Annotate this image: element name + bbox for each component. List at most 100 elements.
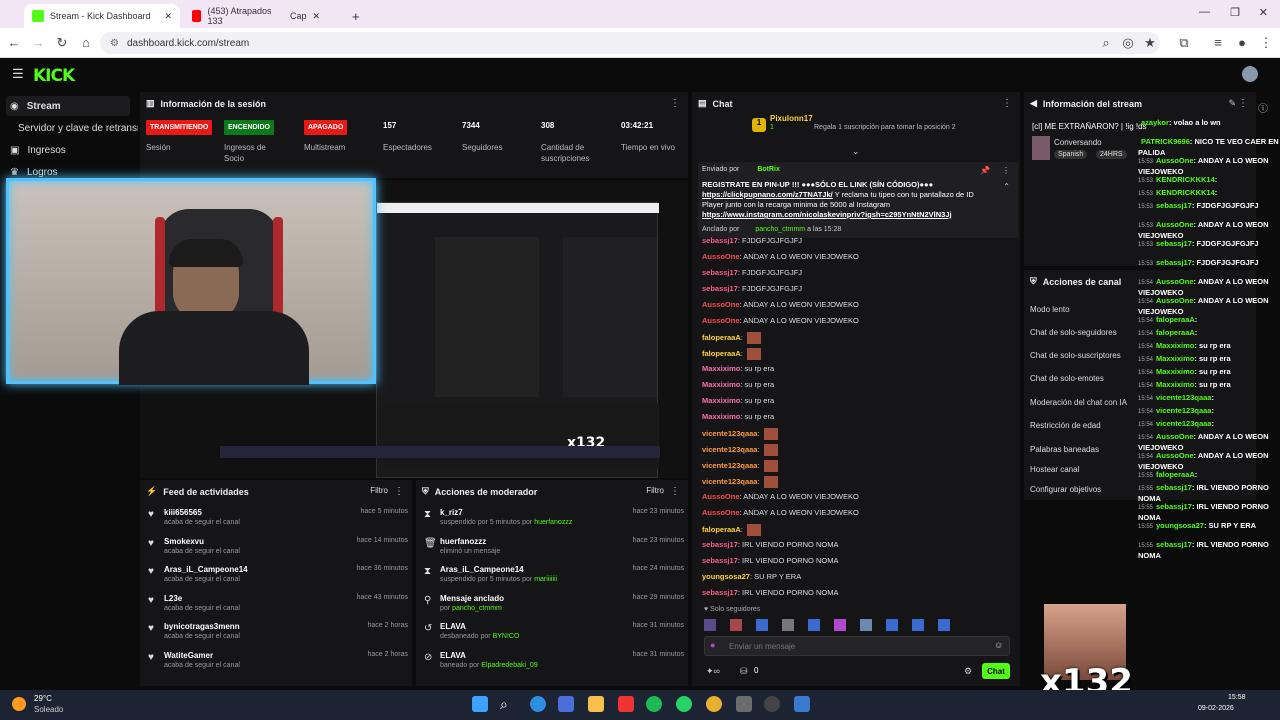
chat-username[interactable]: Maxxiximo bbox=[702, 380, 740, 389]
channel-action-item[interactable]: Chat de solo-emotes bbox=[1030, 374, 1104, 383]
chat-username[interactable]: sebassj17 bbox=[702, 556, 738, 565]
emote-icon[interactable] bbox=[782, 619, 794, 631]
tab-cap[interactable]: Cap ✕ bbox=[282, 4, 342, 28]
whatsapp-icon[interactable] bbox=[676, 696, 692, 712]
mod-action-row[interactable]: ⚲ Mensaje anclado por pancho_ctmmm hace 29 … bbox=[424, 594, 684, 620]
more-options-icon[interactable]: ⋮ bbox=[394, 486, 404, 497]
activity-user[interactable]: Aras_iL_Campeone14 bbox=[164, 565, 248, 574]
chat-username[interactable]: sebassj17 bbox=[702, 268, 738, 277]
menu-icon[interactable]: ⋮ bbox=[1258, 35, 1274, 51]
tag-badge[interactable]: 24HRS bbox=[1096, 150, 1127, 159]
mod-action-user[interactable]: huerfanozzz bbox=[534, 519, 572, 526]
channel-action-item[interactable]: Restricción de edad bbox=[1030, 421, 1101, 430]
chat-username[interactable]: Maxxiximo bbox=[702, 396, 740, 405]
microphone-icon[interactable]: ● bbox=[710, 640, 715, 650]
mod-action-row[interactable]: 🗑 huerfanozzz eliminó un mensaje hace 23 m… bbox=[424, 537, 684, 563]
tab-kick-dashboard[interactable]: Stream - Kick Dashboard ✕ bbox=[24, 4, 180, 28]
emote-icon[interactable] bbox=[808, 619, 820, 631]
emote-icon[interactable] bbox=[912, 619, 924, 631]
spotify-icon[interactable] bbox=[646, 696, 662, 712]
chevron-down-icon[interactable]: ⌄ bbox=[852, 146, 860, 157]
chat-username[interactable]: AussoOne bbox=[702, 316, 740, 325]
channel-action-item[interactable]: Chat de solo-seguidores bbox=[1030, 328, 1117, 337]
mod-action-title[interactable]: Mensaje anclado bbox=[440, 594, 504, 603]
mod-action-user[interactable]: mariiiiiii bbox=[534, 576, 557, 583]
channel-action-item[interactable]: Modo lento bbox=[1030, 305, 1070, 314]
chrome-icon[interactable] bbox=[706, 696, 722, 712]
mod-action-title[interactable]: k_riz7 bbox=[440, 508, 463, 517]
activity-row[interactable]: ♥ Smokexvu acaba de seguir el canal hace 14… bbox=[148, 537, 408, 563]
chat-username[interactable]: vicente123qaaa bbox=[702, 445, 757, 454]
emote-icon[interactable] bbox=[756, 619, 768, 631]
chat-username[interactable]: AussoOne bbox=[702, 252, 740, 261]
chat-username[interactable]: vicente123qaaa bbox=[702, 429, 757, 438]
back-icon[interactable]: ← bbox=[6, 35, 22, 50]
emoji-icon[interactable]: ☺ bbox=[994, 640, 1003, 650]
sidebar-item-stream[interactable]: ◉ Stream bbox=[6, 96, 130, 116]
mod-action-row[interactable]: ↺ ELAVA desbaneado por BYN!CO hace 31 minut… bbox=[424, 622, 684, 648]
mod-action-user[interactable]: pancho_ctmmm bbox=[452, 605, 502, 612]
emote-icon[interactable] bbox=[730, 619, 742, 631]
url-field[interactable]: ⚙ dashboard.kick.com/stream bbox=[100, 32, 1160, 54]
mod-action-user[interactable]: BYN!CO bbox=[493, 633, 520, 640]
chat-username[interactable]: youngsosa27 bbox=[702, 572, 750, 581]
more-options-icon[interactable]: ⋮ bbox=[1002, 98, 1012, 109]
chat-input[interactable] bbox=[704, 636, 1010, 656]
kick-logo[interactable]: KICK bbox=[33, 66, 75, 86]
emote-icon[interactable] bbox=[834, 619, 846, 631]
reload-icon[interactable]: ↻ bbox=[54, 35, 70, 51]
more-options-icon[interactable]: ⋮ bbox=[670, 98, 680, 109]
eye-off-icon[interactable]: ◎ bbox=[1120, 35, 1136, 51]
home-icon[interactable]: ⌂ bbox=[78, 35, 94, 50]
activity-row[interactable]: ♥ L23e acaba de seguir el canal hace 43 min… bbox=[148, 594, 408, 620]
top-gifter-name[interactable]: Pixulonn17 bbox=[770, 114, 813, 123]
activity-user[interactable]: kiii656565 bbox=[164, 508, 202, 517]
stream-category[interactable]: Conversando bbox=[1054, 138, 1102, 147]
mod-action-title[interactable]: ELAVA bbox=[440, 622, 466, 631]
activity-row[interactable]: ♥ Aras_iL_Campeone14 acaba de seguir el ca… bbox=[148, 565, 408, 591]
new-tab-button[interactable]: + bbox=[344, 4, 364, 28]
hamburger-icon[interactable]: ☰ bbox=[12, 66, 24, 82]
emote-icon[interactable] bbox=[704, 619, 716, 631]
activity-user[interactable]: bynicotragas3menn bbox=[164, 622, 240, 631]
maximize-icon[interactable]: ❐ bbox=[1230, 6, 1240, 19]
tag-badge[interactable]: Spanish bbox=[1054, 150, 1088, 159]
search-icon[interactable]: ⌕ bbox=[500, 696, 516, 712]
mod-action-title[interactable]: Aras_iL_Campeone14 bbox=[440, 565, 524, 574]
pinned-link[interactable]: https://www.instagram.com/nicolaskevinpr… bbox=[702, 210, 952, 219]
windows-start-icon[interactable] bbox=[472, 696, 488, 712]
store-icon[interactable] bbox=[558, 696, 574, 712]
chat-username[interactable]: AussoOne bbox=[702, 508, 740, 517]
forward-icon[interactable]: → bbox=[30, 35, 46, 50]
more-options-icon[interactable]: ⋮ bbox=[1238, 98, 1248, 109]
filter-button[interactable]: Filtro bbox=[646, 486, 664, 495]
mod-action-row[interactable]: ⊘ ELAVA baneado por Elpadredebaki_09 hace 3… bbox=[424, 651, 684, 677]
snipping-icon[interactable] bbox=[618, 696, 634, 712]
app-icon[interactable] bbox=[736, 696, 752, 712]
emote-icon[interactable] bbox=[860, 619, 872, 631]
notepad-icon[interactable] bbox=[794, 696, 810, 712]
edge-icon[interactable] bbox=[530, 696, 546, 712]
close-window-icon[interactable]: ✕ bbox=[1259, 6, 1268, 19]
activity-user[interactable]: Smokexvu bbox=[164, 537, 204, 546]
chat-username[interactable]: sebassj17 bbox=[702, 540, 738, 549]
chat-username[interactable]: AussoOne bbox=[702, 300, 740, 309]
zoom-icon[interactable]: ⌕ bbox=[1098, 35, 1114, 51]
obs-icon[interactable] bbox=[764, 696, 780, 712]
send-chat-button[interactable]: Chat bbox=[982, 663, 1010, 679]
tab-youtube[interactable]: (453) Atrapados 133 bbox=[184, 4, 280, 28]
chat-username[interactable]: Maxxiximo bbox=[702, 364, 740, 373]
chat-username[interactable]: sebassj17 bbox=[702, 236, 738, 245]
mod-action-row[interactable]: ⧗ k_riz7 suspendido por 5 minutos por huer… bbox=[424, 508, 684, 534]
emote-icon[interactable] bbox=[886, 619, 898, 631]
user-avatar[interactable] bbox=[1242, 66, 1258, 82]
sidebar-item-server-key[interactable]: Servidor y clave de retransmisión bbox=[14, 118, 138, 138]
chat-username[interactable]: faloperaaA bbox=[702, 525, 741, 534]
close-icon[interactable]: ✕ bbox=[164, 11, 172, 22]
gift-prompt[interactable]: Regala 1 suscripción para tomar la posic… bbox=[814, 124, 956, 131]
chat-username[interactable]: faloperaaA bbox=[702, 333, 741, 342]
more-options-icon[interactable]: ⋮ bbox=[1002, 166, 1010, 175]
edit-icon[interactable]: ✎ bbox=[1228, 98, 1236, 109]
bookmark-star-icon[interactable]: ★ bbox=[1142, 35, 1158, 51]
chat-username[interactable]: Maxxiximo bbox=[702, 412, 740, 421]
